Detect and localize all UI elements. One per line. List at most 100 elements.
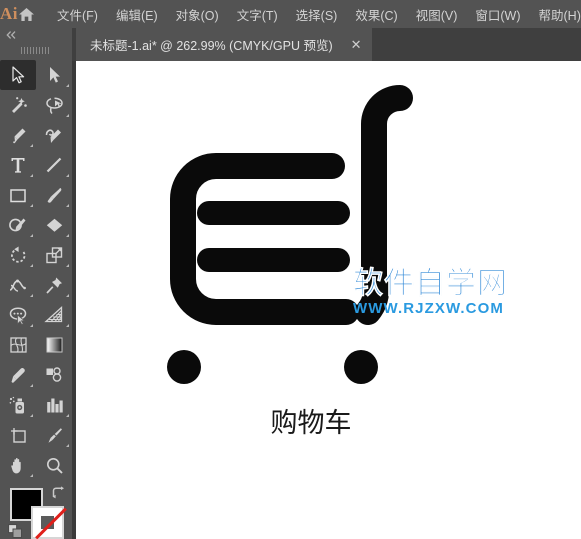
menu-file[interactable]: 文件(F)	[48, 1, 107, 28]
stroke-swatch[interactable]	[31, 506, 67, 539]
artboard-icon	[10, 427, 26, 443]
swap-fill-stroke-icon[interactable]	[51, 486, 66, 504]
lasso-tool[interactable]	[36, 90, 72, 120]
slice-knife-icon	[48, 427, 62, 443]
flyout-indicator-icon	[66, 414, 69, 417]
menu-help[interactable]: 帮助(H)	[530, 1, 581, 28]
blend-icon	[46, 367, 62, 382]
flyout-indicator-icon	[66, 294, 69, 297]
hand-icon	[10, 457, 21, 473]
shape-builder-tool[interactable]	[0, 300, 36, 330]
default-fill-stroke-icon[interactable]	[8, 524, 23, 539]
symbol-sprayer-tool[interactable]	[0, 390, 36, 420]
menu-window[interactable]: 窗口(W)	[466, 1, 529, 28]
flyout-indicator-icon	[66, 204, 69, 207]
perspective-grid-tool[interactable]	[36, 300, 72, 330]
pen-tool[interactable]	[0, 120, 36, 150]
flyout-indicator-icon	[30, 414, 33, 417]
shaper-tool[interactable]	[0, 210, 36, 240]
flyout-indicator-icon	[30, 294, 33, 297]
menu-object[interactable]: 对象(O)	[167, 1, 228, 28]
menu-select[interactable]: 选择(S)	[287, 1, 347, 28]
blend-tool[interactable]	[36, 360, 72, 390]
magic-wand-tool[interactable]	[0, 90, 36, 120]
perspective-grid-icon	[44, 306, 63, 323]
gradient-tool[interactable]	[36, 330, 72, 360]
flyout-indicator-icon	[66, 84, 69, 87]
line-diagonal-icon	[46, 157, 62, 173]
rotate-tool[interactable]	[0, 240, 36, 270]
eraser-icon	[46, 218, 62, 232]
none-slash-icon	[35, 507, 67, 539]
scale-icon	[45, 246, 62, 263]
width-icon	[9, 279, 26, 292]
eyedropper-icon	[11, 367, 25, 383]
fill-stroke-swatches	[0, 484, 72, 539]
flyout-indicator-icon	[66, 444, 69, 447]
curvature-icon	[45, 129, 61, 143]
ai-logo-icon: Ai	[0, 4, 18, 23]
flyout-indicator-icon	[66, 174, 69, 177]
artwork-caption[interactable]: 购物车	[231, 401, 391, 440]
artboard-tool[interactable]	[0, 420, 36, 450]
flyout-indicator-icon	[30, 324, 33, 327]
close-icon[interactable]: ✕	[351, 38, 362, 51]
lasso-icon	[45, 96, 63, 114]
menu-bar: Ai 文件(F) 编辑(E) 对象(O) 文字(T) 选择(S) 效果(C) 视…	[0, 0, 581, 28]
free-transform-tool[interactable]	[36, 270, 72, 300]
paintbrush-tool[interactable]	[36, 180, 72, 210]
artboard-canvas[interactable]: 软件自学网 WWW.RJZXW.COM 购物车	[76, 61, 581, 539]
illustrator-window: Ai 文件(F) 编辑(E) 对象(O) 文字(T) 选择(S) 效果(C) 视…	[0, 0, 581, 539]
arrow-filled-icon	[49, 67, 60, 83]
tools-panel	[0, 28, 72, 539]
shopping-cart-icon[interactable]	[76, 61, 581, 539]
document-tab[interactable]: 未标题-1.ai* @ 262.99% (CMYK/GPU 预览) ✕	[76, 28, 372, 61]
rotate-icon	[10, 246, 25, 263]
paintbrush-icon	[47, 187, 61, 203]
direct-selection-tool[interactable]	[36, 60, 72, 90]
flyout-indicator-icon	[66, 264, 69, 267]
magnifier-icon	[46, 457, 63, 474]
zoom-tool[interactable]	[36, 450, 72, 480]
shape-builder-icon	[9, 306, 27, 325]
eraser-tool[interactable]	[36, 210, 72, 240]
symbol-sprayer-icon	[9, 396, 24, 413]
flyout-indicator-icon	[30, 384, 33, 387]
panel-collapse-button[interactable]	[0, 28, 72, 42]
shaper-pencil-icon	[9, 218, 26, 231]
column-graph-tool[interactable]	[36, 390, 72, 420]
flyout-indicator-icon	[30, 474, 33, 477]
mesh-icon	[9, 337, 27, 353]
flyout-indicator-icon	[30, 264, 33, 267]
document-tab-title: 未标题-1.ai* @ 262.99% (CMYK/GPU 预览)	[90, 39, 333, 53]
menu-item-list: 文件(F) 编辑(E) 对象(O) 文字(T) 选择(S) 效果(C) 视图(V…	[48, 1, 581, 28]
eyedropper-tool[interactable]	[0, 360, 36, 390]
rectangle-tool[interactable]	[0, 180, 36, 210]
pushpin-icon	[45, 277, 62, 294]
flyout-indicator-icon	[30, 174, 33, 177]
home-icon[interactable]	[18, 0, 35, 28]
flyout-indicator-icon	[66, 114, 69, 117]
selection-tool[interactable]	[0, 60, 36, 90]
tool-grid	[0, 58, 72, 480]
hand-tool[interactable]	[0, 450, 36, 480]
line-segment-tool[interactable]	[36, 150, 72, 180]
menu-edit[interactable]: 编辑(E)	[107, 1, 167, 28]
menu-effect[interactable]: 效果(C)	[346, 1, 406, 28]
slice-tool[interactable]	[36, 420, 72, 450]
curvature-tool[interactable]	[36, 120, 72, 150]
type-T-icon	[11, 158, 25, 173]
flyout-indicator-icon	[66, 324, 69, 327]
scale-tool[interactable]	[36, 240, 72, 270]
panel-drag-grip[interactable]	[0, 42, 72, 58]
menu-type[interactable]: 文字(T)	[228, 1, 287, 28]
document-tab-bar: 未标题-1.ai* @ 262.99% (CMYK/GPU 预览) ✕	[0, 28, 581, 61]
width-tool[interactable]	[0, 270, 36, 300]
magic-wand-icon	[11, 96, 27, 113]
flyout-indicator-icon	[66, 234, 69, 237]
double-chevron-left-icon	[6, 31, 16, 39]
type-tool[interactable]	[0, 150, 36, 180]
flyout-indicator-icon	[30, 234, 33, 237]
menu-view[interactable]: 视图(V)	[407, 1, 467, 28]
mesh-tool[interactable]	[0, 330, 36, 360]
